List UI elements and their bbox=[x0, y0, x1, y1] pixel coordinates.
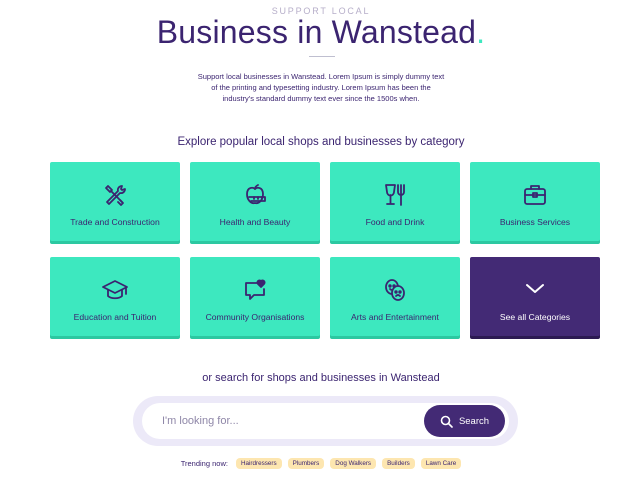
title-highlight: Business bbox=[156, 14, 289, 50]
category-label: Trade and Construction bbox=[70, 217, 160, 227]
theatre-masks-icon bbox=[330, 277, 460, 303]
search-icon bbox=[440, 415, 453, 428]
categories-heading: Explore popular local shops and business… bbox=[177, 136, 465, 148]
graduation-cap-icon bbox=[50, 277, 180, 303]
category-trade-construction[interactable]: Trade and Construction bbox=[50, 162, 180, 241]
category-arts-entertainment[interactable]: Arts and Entertainment bbox=[330, 257, 460, 336]
category-label: Business Services bbox=[499, 217, 571, 227]
intro-text: Support local businesses in Wanstead. Lo… bbox=[197, 72, 445, 103]
search-input[interactable] bbox=[162, 403, 412, 439]
category-community-organisations[interactable]: Community Organisations bbox=[190, 257, 320, 336]
title-dot: . bbox=[476, 14, 486, 50]
see-all-categories-button[interactable]: See all Categories bbox=[470, 257, 600, 336]
trending-chip-builders[interactable]: Builders bbox=[382, 458, 415, 469]
briefcase-icon bbox=[470, 182, 600, 208]
search-heading: or search for shops and businesses in Wa… bbox=[202, 372, 440, 384]
trending-label: Trending now: bbox=[180, 459, 228, 468]
category-food-drink[interactable]: Food and Drink bbox=[330, 162, 460, 241]
trending-row: Trending now: Hairdressers Plumbers Dog … bbox=[0, 458, 642, 469]
tools-icon bbox=[50, 182, 180, 208]
category-education-tuition[interactable]: Education and Tuition bbox=[50, 257, 180, 336]
glass-fork-icon bbox=[330, 182, 460, 208]
search-field-wrapper: Search bbox=[142, 403, 509, 439]
category-label: Education and Tuition bbox=[73, 312, 157, 322]
divider bbox=[309, 56, 335, 57]
category-label: Arts and Entertainment bbox=[351, 312, 439, 322]
title-rest: in Wanstead bbox=[288, 14, 477, 50]
trending-chip-plumbers[interactable]: Plumbers bbox=[287, 458, 325, 469]
category-health-beauty[interactable]: Health and Beauty bbox=[190, 162, 320, 241]
trending-chip-lawn-care[interactable]: Lawn Care bbox=[420, 458, 462, 469]
category-business-services[interactable]: Business Services bbox=[470, 162, 600, 241]
category-label: Food and Drink bbox=[365, 217, 425, 227]
trending-chip-dog-walkers[interactable]: Dog Walkers bbox=[330, 458, 377, 469]
search-button[interactable]: Search bbox=[424, 405, 505, 437]
trending-chip-hairdressers[interactable]: Hairdressers bbox=[235, 458, 282, 469]
chat-heart-icon bbox=[190, 277, 320, 303]
category-label: Health and Beauty bbox=[219, 217, 291, 227]
search-button-label: Search bbox=[458, 415, 490, 427]
search-bar: Search bbox=[133, 396, 518, 446]
see-all-label: See all Categories bbox=[499, 312, 571, 322]
page-title: Business in Wanstead. bbox=[0, 14, 642, 51]
category-label: Community Organisations bbox=[205, 312, 305, 322]
apple-measure-icon bbox=[190, 182, 320, 208]
chevron-down-icon bbox=[470, 281, 600, 307]
